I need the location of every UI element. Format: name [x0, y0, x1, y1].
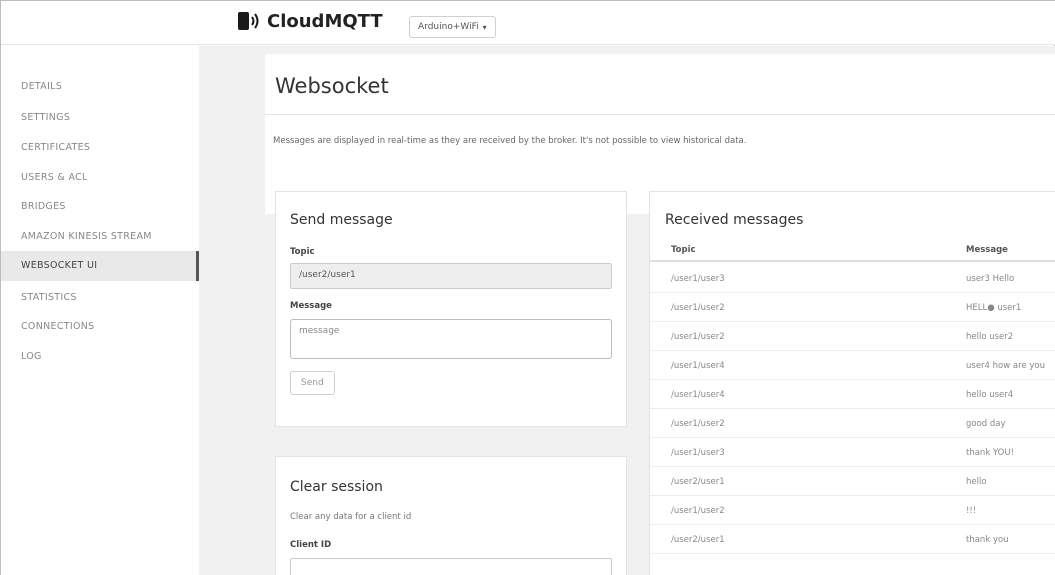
- row-topic: /user1/user4: [671, 390, 725, 400]
- send-message-title: Send message: [290, 212, 393, 228]
- row-topic: /user1/user2: [671, 303, 725, 313]
- page-header: Websocket Messages are displayed in real…: [265, 54, 1055, 214]
- row-message: hello: [966, 477, 987, 487]
- row-topic: /user1/user4: [671, 361, 725, 371]
- broker-signal-icon: [238, 12, 259, 30]
- topic-field[interactable]: /user2/user1: [290, 263, 612, 289]
- page-title: Websocket: [275, 74, 389, 98]
- table-row: /user1/user2 hello user2: [650, 322, 1055, 351]
- row-message: !!!: [966, 506, 977, 516]
- client-id-field[interactable]: [290, 558, 612, 575]
- column-header-topic: Topic: [671, 245, 696, 255]
- row-message: thank YOU!: [966, 448, 1014, 458]
- table-row: /user1/user2 good day: [650, 409, 1055, 438]
- clear-session-card: Clear session Clear any data for a clien…: [275, 456, 627, 575]
- sidebar-item-users-acl[interactable]: USERS & ACL: [21, 172, 88, 183]
- row-message: user4 how are you: [966, 361, 1045, 371]
- instance-selector[interactable]: Arduino+WiFi ▾: [409, 16, 496, 38]
- row-topic: /user1/user3: [671, 448, 725, 458]
- sidebar-item-certificates[interactable]: CERTIFICATES: [21, 142, 90, 153]
- row-topic: /user1/user2: [671, 419, 725, 429]
- sidebar-item-bridges[interactable]: BRIDGES: [21, 201, 66, 212]
- row-message: hello user2: [966, 332, 1014, 342]
- row-topic: /user1/user2: [671, 506, 725, 516]
- table-row: /user1/user4 user4 how are you: [650, 351, 1055, 380]
- row-message: user3 Hello: [966, 274, 1015, 284]
- message-field[interactable]: message: [290, 319, 612, 359]
- chevron-down-icon: ▾: [482, 22, 487, 32]
- sidebar-item-connections[interactable]: CONNECTIONS: [21, 321, 94, 332]
- divider: [265, 114, 1055, 115]
- top-bar: CloudMQTT Arduino+WiFi ▾: [1, 1, 1055, 45]
- column-header-message: Message: [966, 245, 1008, 255]
- clear-session-title: Clear session: [290, 479, 383, 495]
- brand-name: CloudMQTT: [267, 10, 383, 32]
- client-id-label: Client ID: [290, 540, 332, 550]
- table-header: Topic Message: [650, 236, 1055, 262]
- sidebar: DETAILS SETTINGS CERTIFICATES USERS & AC…: [1, 46, 199, 575]
- table-row: /user2/user1 thank you: [650, 525, 1055, 554]
- row-topic: /user2/user1: [671, 477, 725, 487]
- row-topic: /user1/user2: [671, 332, 725, 342]
- table-row: /user2/user1 hello: [650, 467, 1055, 496]
- page-info-text: Messages are displayed in real-time as t…: [273, 136, 747, 146]
- sidebar-item-amazon-kinesis[interactable]: AMAZON KINESIS STREAM: [21, 231, 152, 242]
- row-topic: /user1/user3: [671, 274, 725, 284]
- sidebar-item-log[interactable]: LOG: [21, 351, 42, 362]
- row-message: hello user4: [966, 390, 1014, 400]
- table-row: /user1/user3 user3 Hello: [650, 264, 1055, 293]
- received-messages-card: Received messages Topic Message /user1/u…: [649, 191, 1055, 575]
- row-message: HELL● user1: [966, 303, 1022, 313]
- sidebar-item-websocket-ui[interactable]: WEBSOCKET UI: [1, 251, 199, 281]
- table-row: /user1/user3 thank YOU!: [650, 438, 1055, 467]
- instance-selector-label: Arduino+WiFi: [418, 22, 479, 32]
- table-row: /user1/user2 !!!: [650, 496, 1055, 525]
- row-message: thank you: [966, 535, 1009, 545]
- sidebar-item-details[interactable]: DETAILS: [21, 81, 62, 92]
- sidebar-item-statistics[interactable]: STATISTICS: [21, 292, 77, 303]
- table-row: /user1/user4 hello user4: [650, 380, 1055, 409]
- send-message-card: Send message Topic /user2/user1 Message …: [275, 191, 627, 427]
- row-topic: /user2/user1: [671, 535, 725, 545]
- main-content: Websocket Messages are displayed in real…: [199, 46, 1055, 575]
- clear-session-description: Clear any data for a client id: [290, 512, 412, 522]
- topic-label: Topic: [290, 247, 315, 257]
- send-button[interactable]: Send: [290, 371, 335, 395]
- row-message: good day: [966, 419, 1006, 429]
- sidebar-item-settings[interactable]: SETTINGS: [21, 112, 70, 123]
- table-row: /user1/user2 HELL● user1: [650, 293, 1055, 322]
- received-messages-title: Received messages: [665, 212, 804, 228]
- message-label: Message: [290, 301, 332, 311]
- brand[interactable]: CloudMQTT: [237, 10, 383, 32]
